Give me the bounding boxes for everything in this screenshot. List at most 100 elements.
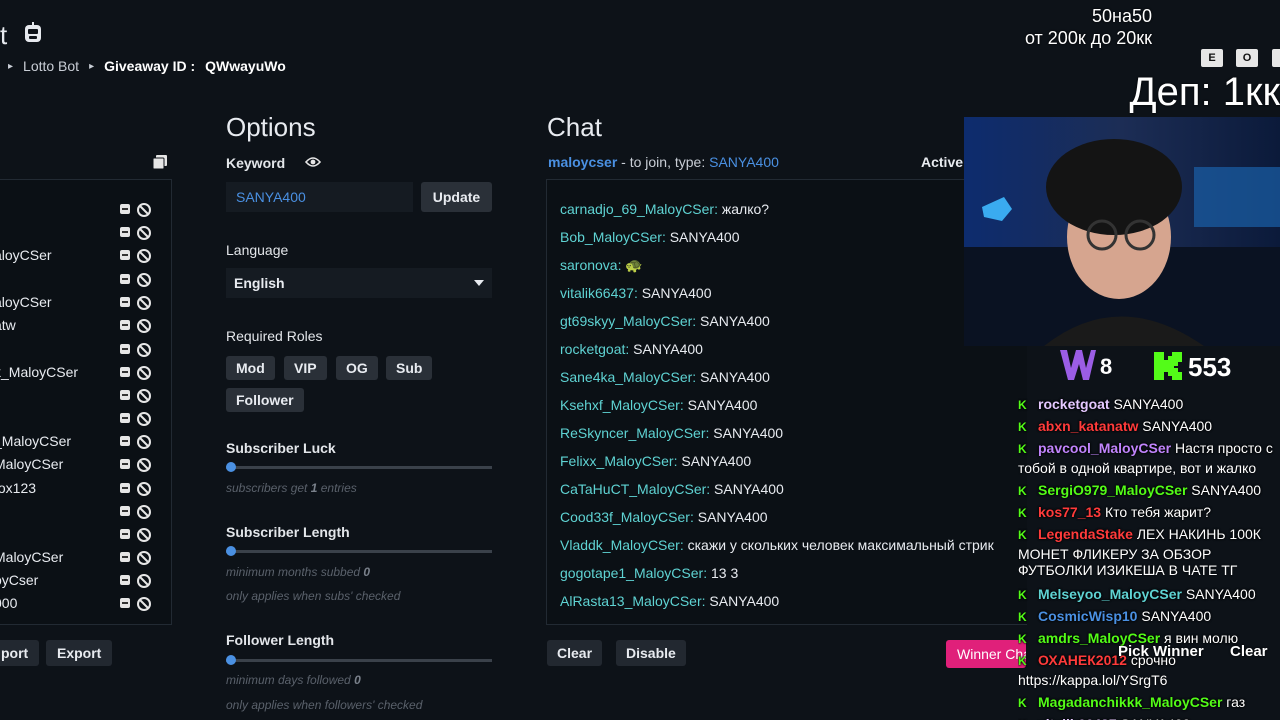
ban-icon[interactable] — [137, 203, 151, 217]
disable-chat-button[interactable]: Disable — [616, 640, 686, 666]
entrant-row — [0, 199, 166, 219]
chat-username[interactable]: vitalik66437: — [560, 285, 638, 301]
ban-icon[interactable] — [137, 343, 151, 357]
copy-icon[interactable] — [153, 155, 167, 169]
ban-icon[interactable] — [137, 458, 151, 472]
remove-entrant-icon[interactable] — [120, 367, 130, 377]
chat-username[interactable]: Sane4ka_MaloyCSer: — [560, 369, 696, 385]
role-mod-button[interactable]: Mod — [226, 356, 275, 380]
ban-icon[interactable] — [137, 226, 151, 240]
chat-username[interactable]: Ksehxf_MaloyCSer: — [560, 397, 684, 413]
chat-username[interactable]: ReSkyncer_MaloyCSer: — [560, 425, 709, 441]
subscriber-length-slider[interactable] — [226, 550, 492, 553]
remove-entrant-icon[interactable] — [120, 506, 130, 516]
entrants-list[interactable]: aloyCSer aloyCSer atw k_MaloyCSer _MaloyCSer… — [0, 179, 172, 625]
stream-chat-username: abxn_katanatw — [1038, 418, 1139, 434]
ban-icon[interactable] — [137, 366, 151, 380]
entrant-row: fox123 — [0, 478, 166, 498]
remove-entrant-icon[interactable] — [120, 390, 130, 400]
chat-username[interactable]: Bob_MaloyCSer: — [560, 229, 666, 245]
chat-username[interactable]: saronova: — [560, 257, 621, 273]
ban-icon[interactable] — [137, 482, 151, 496]
remove-entrant-icon[interactable] — [120, 483, 130, 493]
remove-entrant-icon[interactable] — [120, 413, 130, 423]
clear-entrants-button[interactable]: Clear — [1230, 643, 1268, 660]
entrant-row — [0, 408, 166, 428]
kick-badge-icon: K — [1018, 654, 1027, 668]
language-select[interactable]: English — [226, 268, 492, 298]
ban-icon[interactable] — [137, 597, 151, 611]
update-button[interactable]: Update — [421, 182, 492, 212]
remove-entrant-icon[interactable] — [120, 598, 130, 608]
chat-username[interactable]: Felixx_MaloyCSer: — [560, 453, 677, 469]
remove-entrant-icon[interactable] — [120, 297, 130, 307]
role-follower-button[interactable]: Follower — [226, 388, 304, 412]
winner-chat-button[interactable]: Winner Chat — [946, 640, 1026, 668]
channel-name[interactable]: maloycser — [548, 154, 617, 170]
ban-icon[interactable] — [137, 389, 151, 403]
stream-chat-username: vitalik66437 — [1038, 716, 1117, 720]
remove-entrant-icon[interactable] — [120, 575, 130, 585]
pick-winner-button[interactable]: Pick Winner — [1118, 643, 1204, 660]
breadcrumb-lotto-bot[interactable]: Lotto Bot — [23, 58, 79, 74]
entrant-row — [0, 501, 166, 521]
chat-username[interactable]: Cood33f_MaloyCSer: — [560, 509, 694, 525]
role-og-button[interactable]: OG — [336, 356, 378, 380]
entrant-name: aloyCSer — [0, 294, 52, 310]
remove-entrant-icon[interactable] — [120, 436, 130, 446]
remove-entrant-icon[interactable] — [120, 250, 130, 260]
ban-icon[interactable] — [137, 296, 151, 310]
remove-entrant-icon[interactable] — [120, 274, 130, 284]
ban-icon[interactable] — [137, 505, 151, 519]
chat-username[interactable]: gogotape1_MaloyCSer: — [560, 565, 707, 581]
ban-icon[interactable] — [137, 249, 151, 263]
ban-icon[interactable] — [137, 435, 151, 449]
role-vip-button[interactable]: VIP — [284, 356, 327, 380]
ban-icon[interactable] — [137, 319, 151, 333]
chat-text: 🐢 — [621, 257, 643, 273]
chat-log[interactable]: carnadjo_69_MaloyCSer: жалко? Bob_MaloyCS… — [546, 179, 1027, 625]
chat-username[interactable]: carnadjo_69_MaloyCSer: — [560, 201, 718, 217]
overlay-o-button[interactable]: O — [1236, 49, 1258, 67]
entrant-row: aloyCSer — [0, 245, 166, 265]
remove-entrant-icon[interactable] — [120, 204, 130, 214]
follower-length-slider[interactable] — [226, 659, 492, 662]
ban-icon[interactable] — [137, 574, 151, 588]
subscriber-length-knob[interactable] — [226, 546, 236, 556]
overlay-e-button[interactable]: E — [1201, 49, 1223, 67]
keyword-input[interactable]: SANYA400 — [226, 182, 413, 212]
remove-entrant-icon[interactable] — [120, 459, 130, 469]
ban-icon[interactable] — [137, 528, 151, 542]
entrant-name: 000 — [0, 595, 18, 611]
remove-entrant-icon[interactable] — [120, 227, 130, 237]
role-sub-button[interactable]: Sub — [386, 356, 433, 380]
entrant-row — [0, 269, 166, 289]
ban-icon[interactable] — [137, 551, 151, 565]
ban-icon[interactable] — [137, 273, 151, 287]
subscriber-luck-knob[interactable] — [226, 462, 236, 472]
clear-chat-button[interactable]: Clear — [547, 640, 603, 666]
chat-text: SANYA400 — [637, 285, 712, 301]
remove-entrant-icon[interactable] — [120, 320, 130, 330]
chat-username[interactable]: rocketgoat: — [560, 341, 629, 357]
remove-entrant-icon[interactable] — [120, 552, 130, 562]
active-status: Active — [921, 154, 964, 170]
remove-entrant-icon[interactable] — [120, 529, 130, 539]
overlay-extra-button[interactable] — [1272, 49, 1280, 67]
subscriber-luck-hint: subscribers get 1 entries — [226, 481, 357, 495]
chat-username[interactable]: gt69skyy_MaloyCSer: — [560, 313, 696, 329]
chat-text: жалко? — [717, 201, 770, 217]
chat-username[interactable]: CaTaHuCT_MaloyCSer: — [560, 481, 710, 497]
overlay-line-1: 50на50 — [1092, 6, 1152, 26]
entrant-name: MaloyCSer — [0, 456, 64, 472]
subscriber-luck-slider[interactable] — [226, 466, 492, 469]
follower-length-knob[interactable] — [226, 655, 236, 665]
export-button[interactable]: Export — [46, 640, 113, 666]
eye-icon[interactable] — [305, 156, 321, 168]
ban-icon[interactable] — [137, 412, 151, 426]
chat-username[interactable]: AlRasta13_MaloyCSer: — [560, 593, 706, 609]
import-button[interactable]: port — [0, 640, 40, 666]
chat-username[interactable]: Vladdk_MaloyCSer: — [560, 537, 684, 553]
entrant-name: aloyCSer — [0, 247, 52, 263]
remove-entrant-icon[interactable] — [120, 344, 130, 354]
